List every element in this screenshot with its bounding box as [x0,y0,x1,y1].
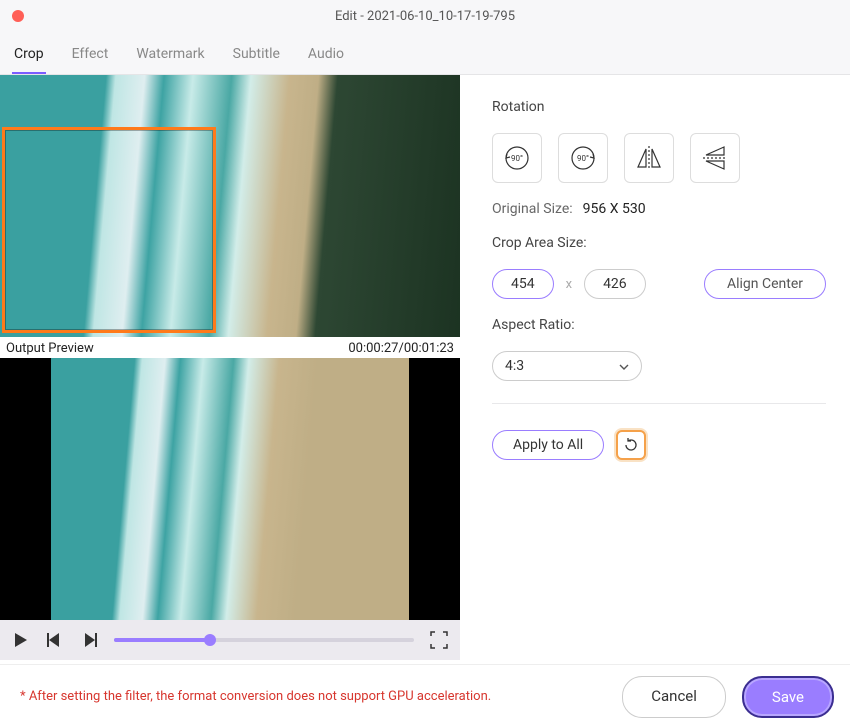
cancel-button[interactable]: Cancel [622,676,726,718]
tab-bar: Crop Effect Watermark Subtitle Audio [0,32,850,75]
seek-slider[interactable] [114,638,414,642]
apply-to-all-button[interactable]: Apply to All [492,430,604,460]
flip-horizontal-button[interactable] [624,133,674,183]
panel-divider [492,403,826,404]
window-title: Edit - 2021-06-10_10-17-19-795 [335,9,515,24]
step-back-button[interactable] [46,631,64,649]
timecode: 00:00:27/00:01:23 [348,341,454,356]
save-button[interactable]: Save [742,676,834,718]
original-size-row: Original Size: 956 X 530 [492,201,826,217]
tab-watermark[interactable]: Watermark [134,40,206,74]
tab-crop[interactable]: Crop [12,40,46,74]
crop-selection-rect[interactable] [2,127,216,333]
fullscreen-icon[interactable] [430,631,448,649]
size-separator: x [566,277,572,292]
output-preview [0,358,460,620]
crop-panel: Rotation 90° 90° [460,75,850,664]
crop-height-input[interactable]: 426 [584,269,646,299]
play-controls [0,620,460,660]
step-forward-button[interactable] [80,631,98,649]
crop-width-input[interactable]: 454 [492,269,554,299]
rotation-label: Rotation [492,99,826,115]
preview-info-row: Output Preview 00:00:27/00:01:23 [0,337,460,358]
footer: * After setting the filter, the format c… [0,664,850,728]
rotate-right-90-button[interactable]: 90° [558,133,608,183]
source-preview[interactable] [0,75,460,337]
apply-row: Apply to All [492,430,826,460]
tab-effect[interactable]: Effect [70,40,111,74]
tab-subtitle[interactable]: Subtitle [231,40,282,74]
svg-text:90°: 90° [577,154,589,163]
crop-area-label: Crop Area Size: [492,235,826,251]
original-size-value: 956 X 530 [583,201,646,217]
window-controls [12,10,24,22]
rotate-left-90-button[interactable]: 90° [492,133,542,183]
original-size-label: Original Size: [492,201,573,217]
preview-column: Output Preview 00:00:27/00:01:23 [0,75,460,664]
flip-vertical-button[interactable] [690,133,740,183]
play-button[interactable] [12,631,30,649]
aspect-ratio-value: 4:3 [505,358,524,374]
reset-button[interactable] [616,430,646,460]
tab-audio[interactable]: Audio [306,40,346,74]
output-preview-label: Output Preview [6,341,94,356]
align-center-button[interactable]: Align Center [704,269,826,299]
rotation-buttons: 90° 90° [492,133,826,183]
aspect-ratio-select[interactable]: 4:3 [492,351,642,381]
title-bar: Edit - 2021-06-10_10-17-19-795 [0,0,850,32]
crop-size-row: 454 x 426 Align Center [492,269,826,299]
output-video-frame [51,358,410,620]
chevron-down-icon [619,358,629,374]
close-window-icon[interactable] [12,10,24,22]
aspect-ratio-label: Aspect Ratio: [492,317,826,333]
warning-text: * After setting the filter, the format c… [20,689,491,704]
svg-text:90°: 90° [511,154,523,163]
